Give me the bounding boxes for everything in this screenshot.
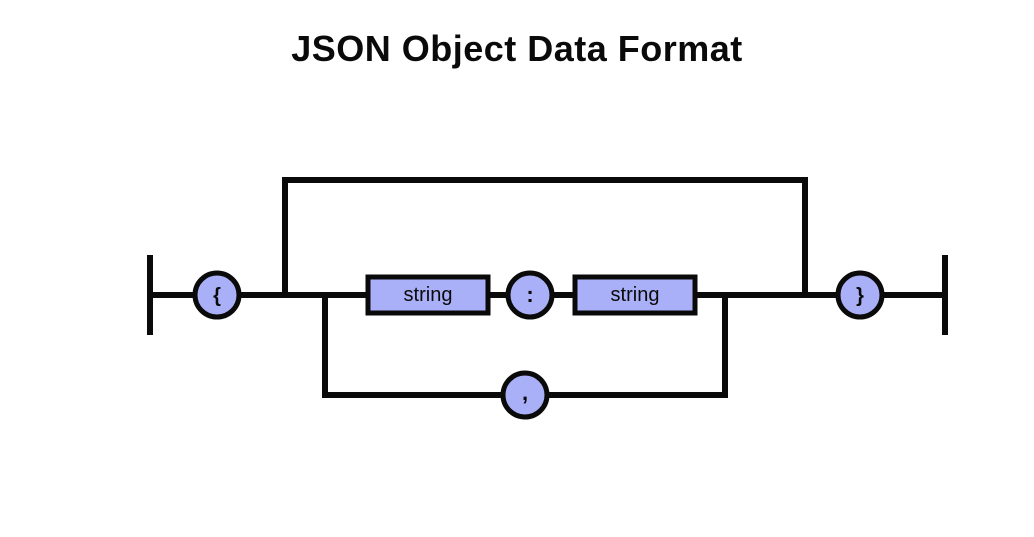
svg-text:string: string (611, 284, 660, 306)
svg-text::: : (526, 282, 533, 307)
string1-node: string (368, 277, 488, 313)
railroad-diagram: { string : string , } (0, 0, 1034, 509)
comma-node: , (503, 373, 547, 417)
svg-text:,: , (522, 380, 528, 405)
colon-node: : (508, 273, 552, 317)
svg-text:{: { (213, 285, 221, 307)
close-brace-node: } (838, 273, 882, 317)
svg-text:string: string (404, 284, 453, 306)
open-brace-node: { (195, 273, 239, 317)
svg-text:}: } (856, 285, 864, 307)
string2-node: string (575, 277, 695, 313)
